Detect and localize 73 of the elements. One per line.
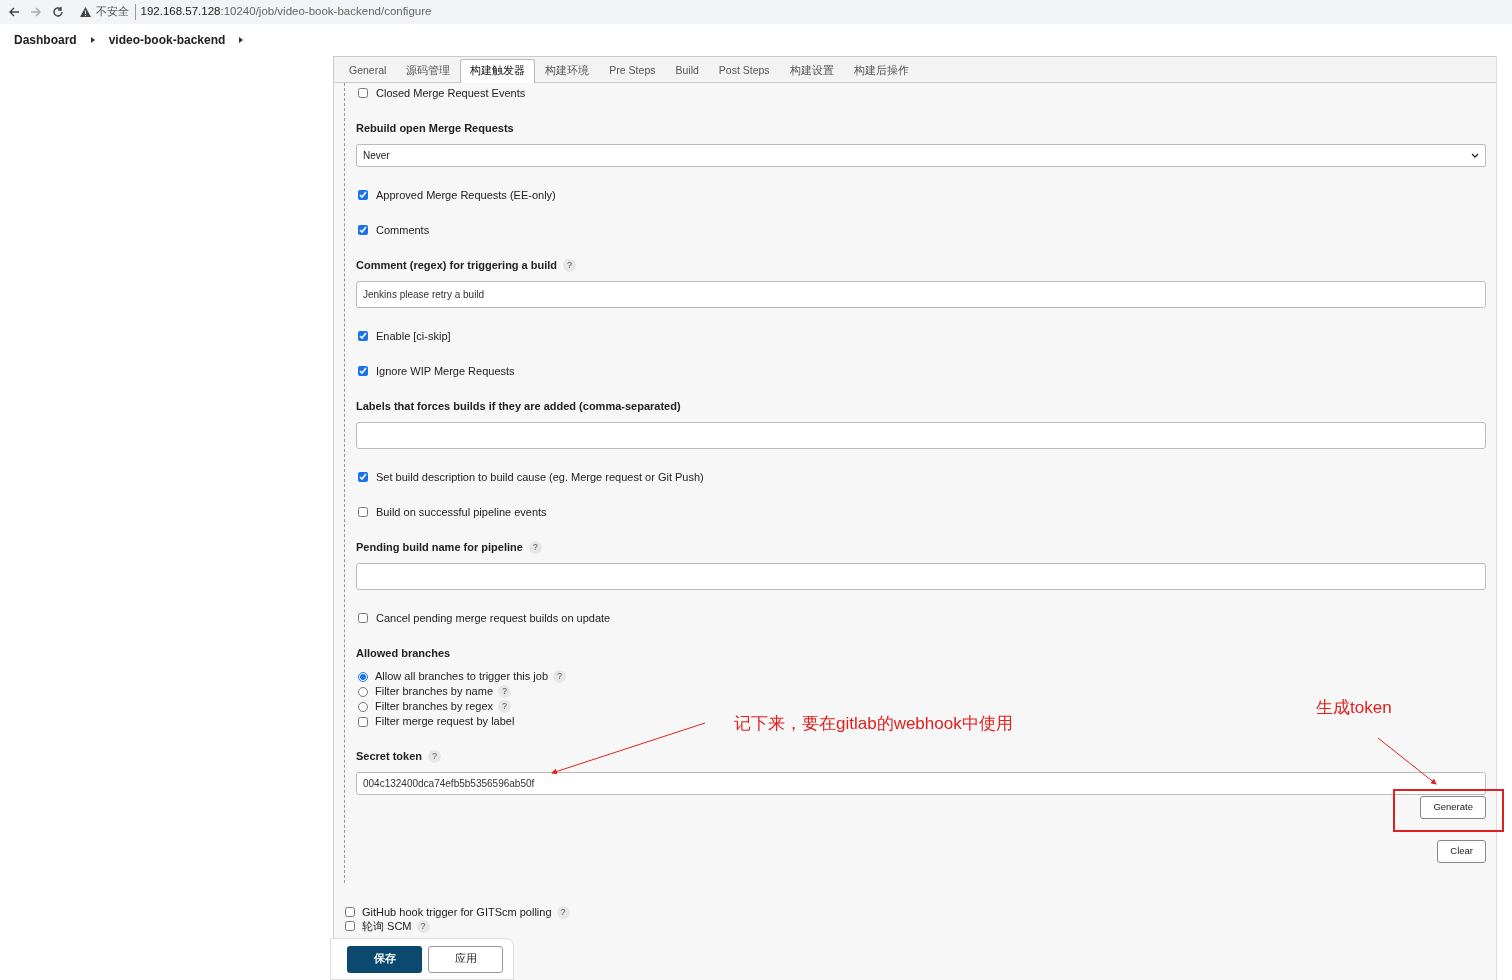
input-field[interactable] xyxy=(356,422,1486,449)
reload-icon[interactable] xyxy=(52,6,64,18)
security-label: 不安全 xyxy=(95,4,136,20)
field-label: Secret token xyxy=(356,749,423,764)
save-button[interactable]: 保存 xyxy=(347,945,422,973)
apply-button[interactable]: 应用 xyxy=(428,945,503,973)
checkbox[interactable] xyxy=(358,331,368,341)
option-label: Enable [ci-skip] xyxy=(376,329,451,344)
tab[interactable]: 构建后操作 xyxy=(843,59,919,83)
chevron-icon[interactable] xyxy=(90,37,95,43)
checkbox[interactable] xyxy=(358,472,368,482)
warning-icon xyxy=(79,7,91,17)
checkbox[interactable] xyxy=(358,716,368,727)
field-label: Pending build name for pipeline xyxy=(356,540,523,555)
dropdown-icon xyxy=(1471,153,1479,158)
input-field[interactable]: 004c132400dca74efb5b5356596ab50f xyxy=(356,772,1486,795)
tab[interactable]: General xyxy=(339,59,397,83)
option-label: Ignore WIP Merge Requests xyxy=(376,364,515,379)
option-label: Closed Merge Request Events xyxy=(376,86,526,101)
help-icon[interactable]: ? xyxy=(528,540,542,554)
help-icon[interactable]: ? xyxy=(498,685,511,698)
tab[interactable]: Pre Steps xyxy=(599,59,666,83)
help-icon[interactable]: ? xyxy=(498,700,511,713)
annotation-text: 生成token xyxy=(1316,697,1392,719)
checkbox[interactable] xyxy=(358,225,368,235)
checkbox[interactable] xyxy=(358,613,368,623)
checkbox[interactable] xyxy=(358,507,368,517)
select-field[interactable]: Never xyxy=(356,144,1486,167)
checkbox[interactable] xyxy=(345,921,355,931)
action-button[interactable]: Clear xyxy=(1437,840,1486,863)
field-label: Allowed branches xyxy=(356,646,451,661)
breadcrumb-link[interactable]: video-book-backend xyxy=(108,31,226,49)
radio-button[interactable] xyxy=(358,701,368,712)
breadcrumb-link[interactable]: Dashboard xyxy=(14,31,77,49)
tab[interactable]: 构建触发器 xyxy=(460,59,536,83)
checkbox[interactable] xyxy=(345,907,355,917)
option-label: Build on successful pipeline events xyxy=(376,505,547,520)
field-label: Comment (regex) for triggering a build xyxy=(356,258,558,273)
checkbox[interactable] xyxy=(358,190,368,200)
tab[interactable]: 源码管理 xyxy=(396,59,461,83)
field-label: Rebuild open Merge Requests xyxy=(356,121,514,136)
annotation-arrow xyxy=(1377,737,1437,785)
tab[interactable]: 构建环境 xyxy=(535,59,600,83)
radio-button[interactable] xyxy=(358,686,368,697)
option-label: GitHub hook trigger for GITScm polling xyxy=(362,904,552,920)
option-label: Cancel pending merge request builds on update xyxy=(376,611,611,626)
help-icon[interactable]: ? xyxy=(563,258,577,272)
action-button[interactable]: Generate xyxy=(1420,796,1486,819)
help-icon[interactable]: ? xyxy=(428,749,442,763)
option-label: Comments xyxy=(376,223,430,238)
option-label: Set build description to build cause (eg. Merge request or Git Push) xyxy=(376,470,704,485)
option-label: 轮询 SCM xyxy=(362,918,412,934)
checkbox[interactable] xyxy=(358,366,368,376)
input-field[interactable]: Jenkins please retry a build xyxy=(356,281,1486,308)
option-label: Filter branches by name xyxy=(375,684,493,699)
help-icon[interactable]: ? xyxy=(556,905,570,919)
tab[interactable]: Post Steps xyxy=(708,59,780,83)
option-label: Filter branches by regex xyxy=(375,699,493,714)
radio-button[interactable] xyxy=(358,671,368,682)
tab[interactable]: 构建设置 xyxy=(779,59,844,83)
back-icon[interactable] xyxy=(8,6,20,18)
annotation-text: 记下来，要在gitlab的webhook中使用 xyxy=(734,713,1013,735)
help-icon[interactable]: ? xyxy=(553,670,567,683)
input-field[interactable] xyxy=(356,563,1486,590)
tab[interactable]: Build xyxy=(665,59,709,83)
field-label: Labels that forces builds if they are added (comma-separated) xyxy=(356,399,681,414)
url-text[interactable]: 192.168.57.128:10240/job/video-book-backend/configure xyxy=(140,3,432,21)
chevron-icon[interactable] xyxy=(239,37,244,43)
option-label: Approved Merge Requests (EE-only) xyxy=(376,188,556,203)
option-label: Filter merge request by label xyxy=(375,714,515,729)
option-label: Allow all branches to trigger this job xyxy=(375,669,549,684)
checkbox[interactable] xyxy=(358,88,368,98)
help-icon[interactable]: ? xyxy=(416,919,430,933)
